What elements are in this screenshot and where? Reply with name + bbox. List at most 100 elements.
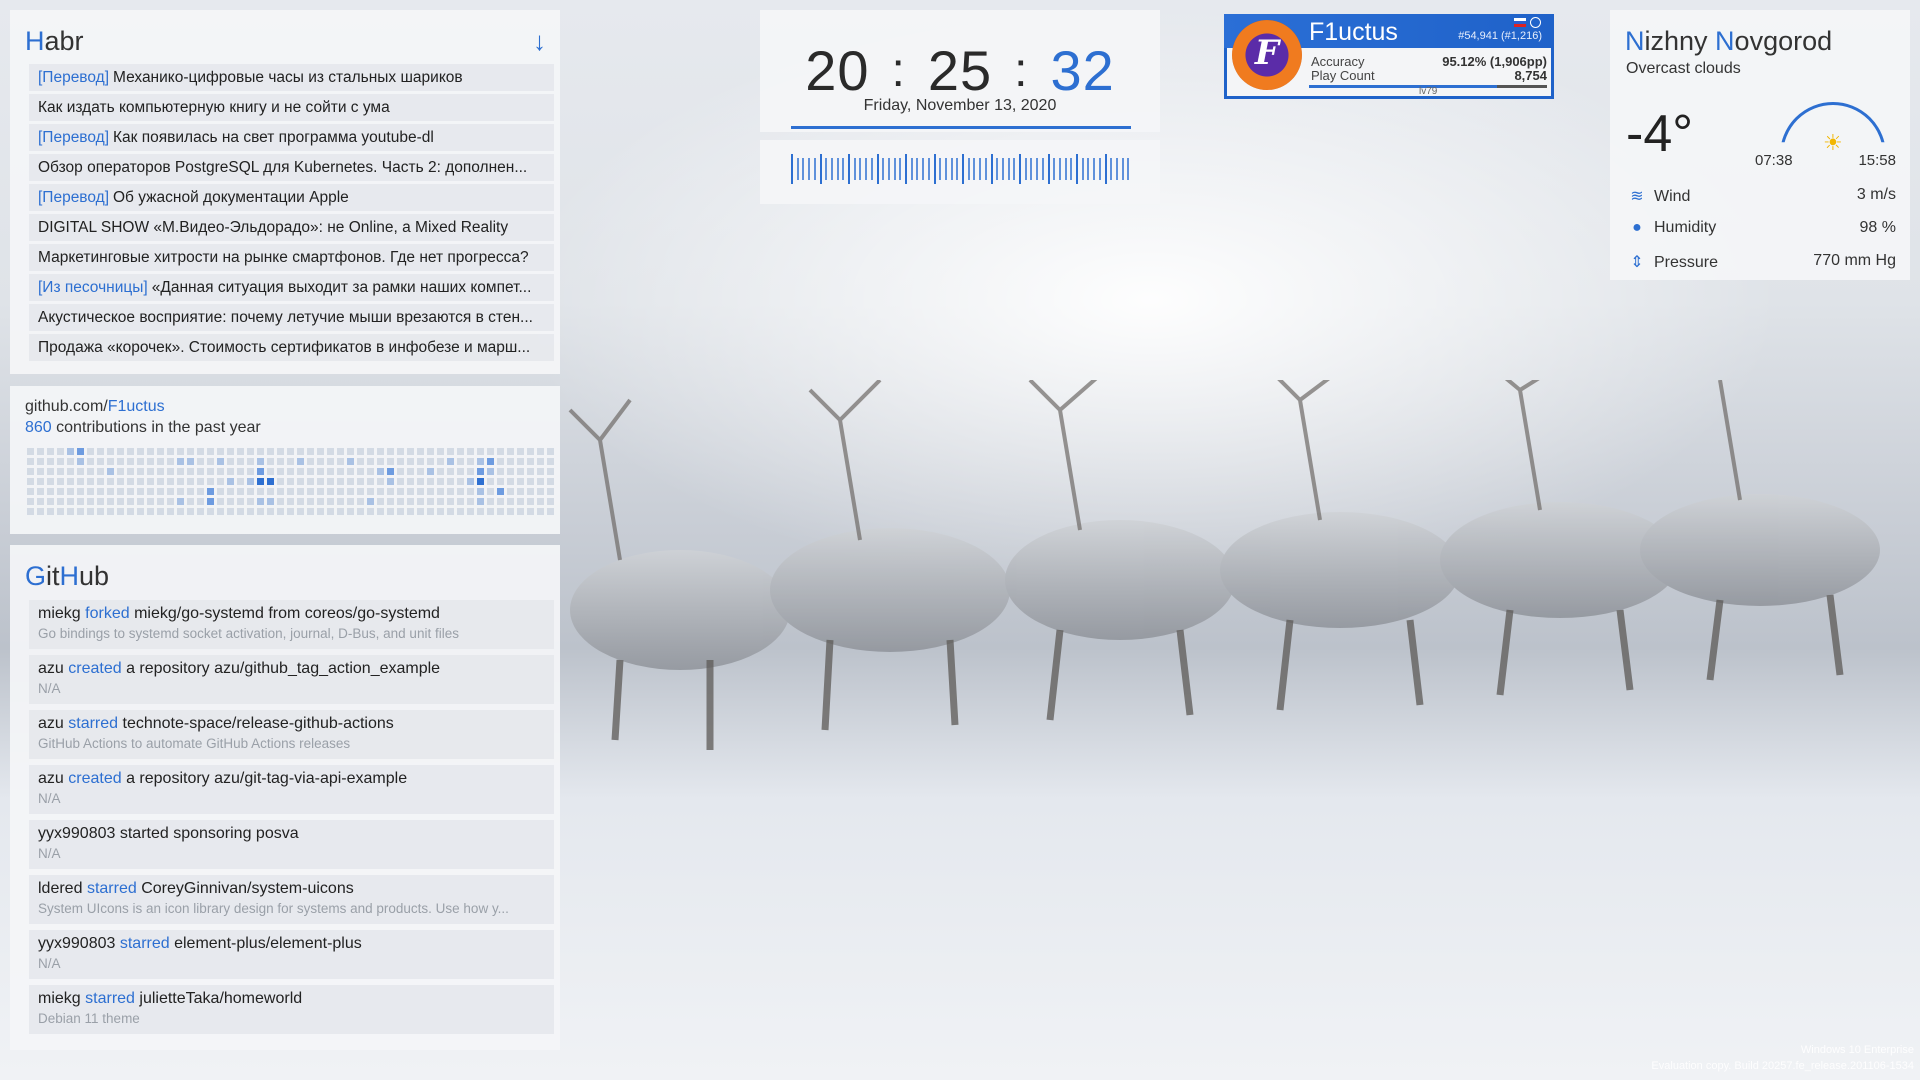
second-tick: [1053, 158, 1056, 180]
contribution-cell: [297, 448, 304, 455]
contribution-cell: [157, 458, 164, 465]
github-event-item[interactable]: azu starred technote-space/release-githu…: [29, 710, 554, 759]
second-tick: [910, 158, 913, 180]
github-event-item[interactable]: miekg forked miekg/go-systemd from coreo…: [29, 600, 554, 649]
contribution-cell: [107, 508, 114, 515]
github-title-part: it: [46, 561, 60, 591]
github-event-actor[interactable]: ldered: [38, 880, 82, 897]
github-event-target[interactable]: technote-space/release-github-actions: [123, 715, 394, 732]
contribution-cell: [147, 508, 154, 515]
github-event-actor[interactable]: miekg: [38, 605, 81, 622]
github-title-part: H: [59, 561, 80, 591]
contribution-cell: [307, 488, 314, 495]
github-event-actor[interactable]: azu: [38, 660, 64, 677]
github-event-item[interactable]: azu created a repository azu/git-tag-via…: [29, 765, 554, 814]
github-profile-link[interactable]: github.com/F1uctus: [25, 398, 165, 416]
habr-article-item[interactable]: Обзор операторов PostgreSQL для Kubernet…: [29, 154, 554, 181]
contribution-cell: [247, 508, 254, 515]
contribution-cell: [327, 458, 334, 465]
contribution-cell: [197, 478, 204, 485]
contribution-cell: [127, 448, 134, 455]
contribution-cell: [417, 488, 424, 495]
clock-hours: 20: [805, 39, 870, 102]
second-tick: [1076, 154, 1078, 184]
contribution-cell: [497, 458, 504, 465]
contribution-cell: [127, 498, 134, 505]
github-event-target[interactable]: element-plus/element-plus: [174, 935, 362, 952]
habr-article-item[interactable]: [Перевод] Как появилась на свет программа…: [29, 124, 554, 151]
github-event-actor[interactable]: yyx990803: [38, 935, 115, 952]
contribution-cell: [537, 488, 544, 495]
contribution-cell: [507, 498, 514, 505]
second-tick: [791, 154, 793, 184]
habr-article-item[interactable]: [Перевод] Об ужасной документации Apple: [29, 184, 554, 211]
contribution-cell: [97, 468, 104, 475]
github-event-item[interactable]: azu created a repository azu/github_tag_…: [29, 655, 554, 704]
github-event-actor[interactable]: yyx990803: [38, 825, 115, 842]
github-event-target[interactable]: started sponsoring posva: [120, 825, 299, 842]
github-event-target[interactable]: julietteTaka/homeworld: [139, 990, 302, 1007]
contribution-cell: [177, 478, 184, 485]
github-event-item[interactable]: miekg starred julietteTaka/homeworld Debi…: [29, 985, 554, 1034]
github-event-target[interactable]: CoreyGinnivan/system-uicons: [141, 880, 354, 897]
contribution-cell: [187, 458, 194, 465]
contribution-cell: [397, 448, 404, 455]
habr-article-tag: [Перевод]: [38, 129, 109, 146]
contribution-cell: [397, 468, 404, 475]
github-event-target[interactable]: miekg/go-systemd from coreos/go-systemd: [134, 605, 440, 622]
github-event-actor[interactable]: azu: [38, 770, 64, 787]
second-tick: [996, 158, 999, 180]
contribution-cell: [477, 498, 484, 505]
habr-article-item[interactable]: Продажа «корочек». Стоимость сертификато…: [29, 334, 554, 361]
habr-article-tag: [Перевод]: [38, 189, 109, 206]
github-event-item[interactable]: yyx990803 started sponsoring posva N/A: [29, 820, 554, 869]
contribution-cell: [467, 498, 474, 505]
habr-article-item[interactable]: [Из песочницы] «Данная ситуация выходит з…: [29, 274, 554, 301]
contribution-cell: [227, 468, 234, 475]
contribution-cell: [147, 478, 154, 485]
habr-article-item[interactable]: Как издать компьютерную книгу и не сойти…: [29, 94, 554, 121]
habr-article-title: DIGITAL SHOW «М.Видео-Эльдорадо»: не Onl…: [38, 219, 509, 236]
habr-article-item[interactable]: DIGITAL SHOW «М.Видео-Эльдорадо»: не Onl…: [29, 214, 554, 241]
contribution-cell: [37, 508, 44, 515]
second-tick: [1041, 158, 1044, 180]
github-event-actor[interactable]: miekg: [38, 990, 81, 1007]
github-event-verb: created: [68, 770, 122, 787]
github-event-item[interactable]: ldered starred CoreyGinnivan/system-uico…: [29, 875, 554, 924]
second-tick: [990, 154, 993, 184]
second-tick: [1070, 158, 1073, 180]
contribution-cell: [457, 488, 464, 495]
contribution-cell: [547, 508, 554, 515]
second-tick: [882, 158, 885, 180]
seconds-ticks-widget: [760, 140, 1160, 204]
contribution-cell: [177, 508, 184, 515]
second-tick: [848, 154, 850, 184]
contribution-cell: [387, 508, 394, 515]
habr-article-item[interactable]: Маркетинговые хитрости на рынке смартфон…: [29, 244, 554, 271]
clock-seconds: 32: [1050, 39, 1115, 102]
contribution-cell: [537, 458, 544, 465]
habr-article-item[interactable]: [Перевод] Механико-цифровые часы из сталь…: [29, 64, 554, 91]
github-event-actor[interactable]: azu: [38, 715, 64, 732]
contribution-cell: [527, 478, 534, 485]
github-event-item[interactable]: yyx990803 starred element-plus/element-p…: [29, 930, 554, 979]
contribution-cell: [417, 498, 424, 505]
contribution-cell: [57, 508, 64, 515]
contribution-cell: [247, 498, 254, 505]
contribution-cell: [447, 508, 454, 515]
github-event-target[interactable]: a repository azu/git-tag-via-api-example: [126, 770, 407, 787]
contribution-cell: [237, 508, 244, 515]
contribution-cell: [377, 498, 384, 505]
contribution-cell: [227, 478, 234, 485]
arrow-down-icon[interactable]: ↓: [533, 26, 546, 57]
second-tick: [950, 158, 953, 180]
osu-profile-card[interactable]: Accuracy 95.12% (1,906pp) Play Count 8,754…: [1224, 14, 1554, 99]
contribution-cell: [57, 448, 64, 455]
contribution-cell: [157, 498, 164, 505]
contribution-cell: [37, 498, 44, 505]
github-event-target[interactable]: a repository azu/github_tag_action_examp…: [126, 660, 440, 677]
habr-article-item[interactable]: Акустическое восприятие: почему летучие …: [29, 304, 554, 331]
second-tick: [819, 154, 822, 184]
contribution-cell: [257, 498, 264, 505]
second-tick: [802, 158, 805, 180]
